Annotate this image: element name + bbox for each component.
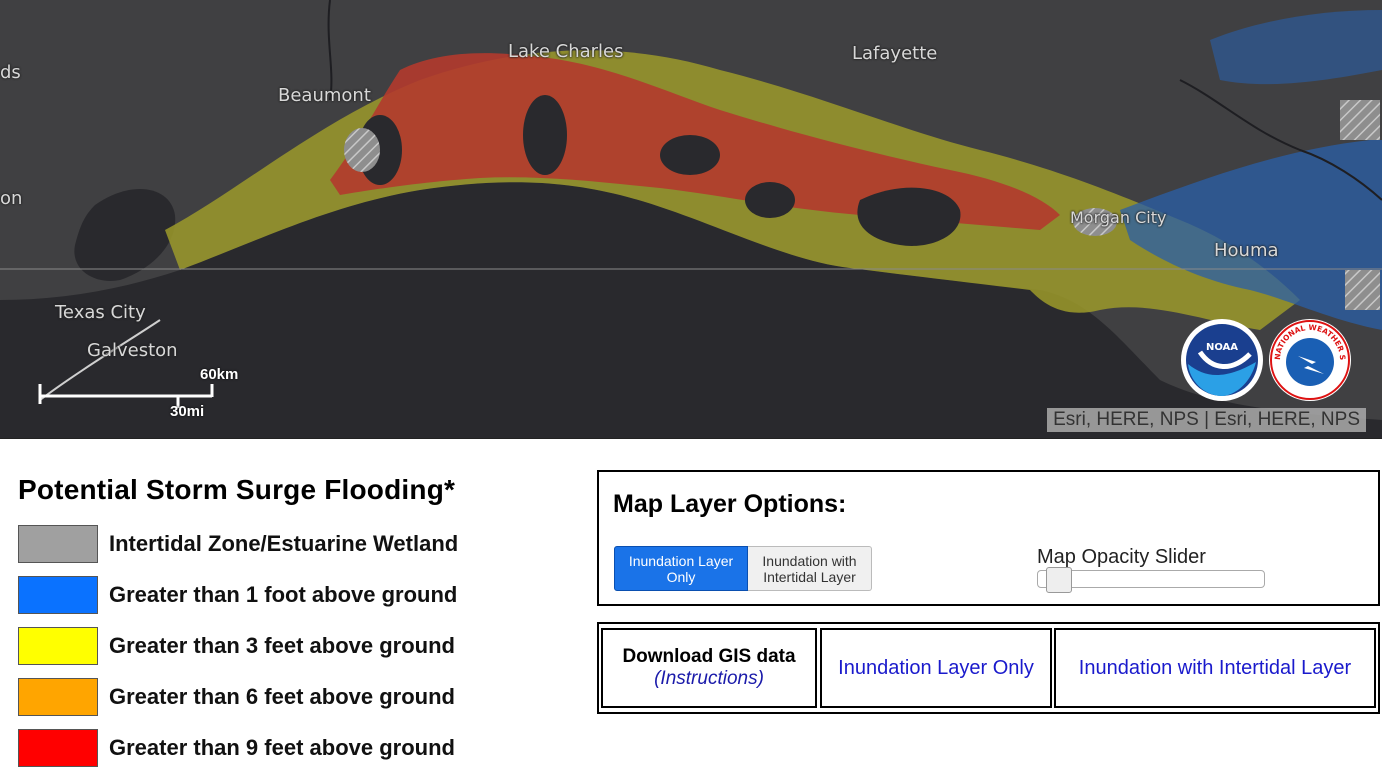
place-label-galveston: Galveston xyxy=(87,340,178,361)
storm-surge-map[interactable]: ds Beaumont Lake Charles Lafayette on Mo… xyxy=(0,0,1382,439)
white-lake xyxy=(745,182,795,218)
legend-item: Greater than 9 feet above ground xyxy=(18,722,578,773)
download-inundation-only-link[interactable]: Inundation Layer Only xyxy=(838,657,1034,680)
download-with-intertidal-cell[interactable]: Inundation with Intertidal Layer xyxy=(1054,628,1376,708)
map-layer-options-title: Map Layer Options: xyxy=(613,490,847,518)
legend-swatch-1ft xyxy=(18,575,98,614)
noaa-text: NOAA xyxy=(1206,342,1238,353)
map-opacity-label: Map Opacity Slider xyxy=(1037,546,1206,568)
legend-swatch-intertidal xyxy=(18,524,98,563)
legend-item: Greater than 6 feet above ground xyxy=(18,671,578,722)
legend: Potential Storm Surge Flooding* Intertid… xyxy=(18,474,578,773)
inundation-with-intertidal-button[interactable]: Inundation with Intertidal Layer xyxy=(748,546,872,591)
place-label-lake-charles: Lake Charles xyxy=(508,41,624,62)
inundation-with-intertidal-label: Inundation with Intertidal Layer xyxy=(762,552,857,585)
scale-label-mi: 30mi xyxy=(170,403,205,420)
legend-swatch-3ft xyxy=(18,626,98,665)
legend-swatch-6ft xyxy=(18,677,98,716)
download-gis-cell: Download GIS data (Instructions) xyxy=(601,628,817,708)
noaa-logo: NOAA xyxy=(1180,318,1264,402)
scale-label-km: 60km xyxy=(200,366,239,383)
legend-label: Greater than 6 feet above ground xyxy=(109,683,455,709)
map-opacity-slider-handle[interactable] xyxy=(1045,567,1072,593)
download-instructions-link[interactable]: (Instructions) xyxy=(654,668,764,690)
place-label-morgan-city: Morgan City xyxy=(1070,208,1167,227)
map-attribution[interactable]: Esri, HERE, NPS | Esri, HERE, NPS xyxy=(1047,408,1366,432)
legend-label: Greater than 9 feet above ground xyxy=(109,734,455,760)
nws-logo: NATIONAL WEATHER SERVICE xyxy=(1265,311,1352,402)
legend-swatch-9ft xyxy=(18,728,98,767)
place-label-beaumont: Beaumont xyxy=(278,85,371,106)
lake-calcasieu xyxy=(523,95,567,175)
place-label-texas-city: Texas City xyxy=(55,302,146,323)
legend-item: Greater than 1 foot above ground xyxy=(18,569,578,620)
place-label-lafayette: Lafayette xyxy=(852,43,938,64)
inundation-layer-only-label: Inundation Layer Only xyxy=(628,552,734,585)
map-layer-options-panel: Map Layer Options: Inundation Layer Only… xyxy=(597,470,1380,606)
legend-label: Intertidal Zone/Estuarine Wetland xyxy=(109,530,459,556)
legend-label: Greater than 1 foot above ground xyxy=(109,581,458,607)
download-with-intertidal-link[interactable]: Inundation with Intertidal Layer xyxy=(1079,657,1351,680)
place-label-on: on xyxy=(0,188,23,209)
legend-label: Greater than 3 feet above ground xyxy=(109,632,455,658)
inundation-layer-only-button[interactable]: Inundation Layer Only xyxy=(614,546,748,591)
map-opacity-slider[interactable] xyxy=(1037,567,1265,593)
grand-lake xyxy=(660,135,720,175)
download-gis-table: Download GIS data (Instructions) Inundat… xyxy=(597,622,1380,714)
legend-item: Greater than 3 feet above ground xyxy=(18,620,578,671)
place-label-houma: Houma xyxy=(1214,240,1279,261)
place-label-ds: ds xyxy=(0,62,21,83)
download-inundation-only-cell[interactable]: Inundation Layer Only xyxy=(820,628,1052,708)
legend-item: Intertidal Zone/Estuarine Wetland xyxy=(18,518,578,569)
download-gis-title: Download GIS data xyxy=(622,646,796,667)
legend-title: Potential Storm Surge Flooding* xyxy=(18,474,456,505)
